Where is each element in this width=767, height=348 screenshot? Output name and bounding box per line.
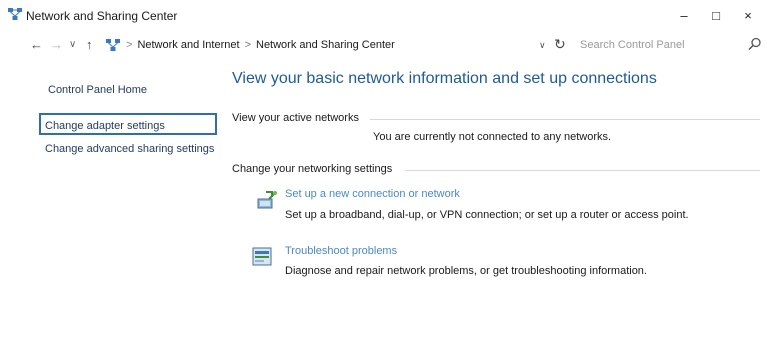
title-bar: Network and Sharing Center – □ ×: [0, 0, 767, 30]
network-center-icon: [106, 39, 120, 51]
page-title: View your basic network information and …: [232, 70, 657, 87]
breadcrumb-chevron[interactable]: >: [126, 39, 132, 51]
change-adapter-settings-link[interactable]: Change adapter settings: [45, 120, 165, 132]
breadcrumb-separator[interactable]: >: [245, 39, 251, 51]
refresh-button[interactable]: ↻: [554, 36, 566, 53]
networking-settings-heading: Change your networking settings: [232, 163, 393, 175]
address-bar: ← → ∨ ↑ > Network and Internet > Network an…: [0, 30, 767, 58]
setup-new-connection-description: Set up a broadband, dial-up, or VPN conn…: [285, 209, 689, 221]
window-title: Network and Sharing Center: [26, 9, 178, 23]
change-advanced-sharing-settings-link[interactable]: Change advanced sharing settings: [45, 142, 215, 156]
breadcrumb-network-sharing-center[interactable]: Network and Sharing Center: [256, 39, 395, 51]
left-navigation-pane: Control Panel Home Change adapter settin…: [30, 58, 220, 338]
setup-new-connection-link[interactable]: Set up a new connection or network: [285, 188, 460, 200]
section-divider: [405, 170, 760, 171]
network-center-icon: [8, 8, 22, 20]
active-networks-heading: View your active networks: [232, 112, 359, 124]
back-button[interactable]: ←: [30, 37, 43, 52]
section-divider: [370, 119, 760, 120]
recent-locations-button[interactable]: ∨: [69, 39, 76, 50]
forward-button[interactable]: →: [50, 37, 63, 52]
troubleshoot-problems-link[interactable]: Troubleshoot problems: [285, 245, 397, 257]
network-status-text: You are currently not connected to any n…: [373, 131, 612, 143]
address-dropdown-button[interactable]: ∨: [539, 40, 546, 51]
troubleshoot-problems-description: Diagnose and repair network problems, or…: [285, 265, 647, 277]
up-button[interactable]: ↑: [86, 37, 93, 52]
search-icon[interactable]: [748, 37, 762, 51]
breadcrumb-network-internet[interactable]: Network and Internet: [137, 39, 239, 51]
main-content: View your basic network information and …: [230, 58, 760, 338]
search-box[interactable]: [574, 36, 762, 54]
control-panel-home-link[interactable]: Control Panel Home: [48, 84, 147, 96]
new-connection-icon: [257, 191, 277, 209]
troubleshoot-icon: [252, 247, 272, 266]
breadcrumb: > Network and Internet > Network and Sharin…: [126, 39, 395, 51]
search-input[interactable]: [580, 37, 740, 53]
close-button[interactable]: ×: [728, 0, 767, 30]
network-sharing-center-window: Network and Sharing Center – □ × ← → ∨ ↑…: [0, 0, 767, 348]
